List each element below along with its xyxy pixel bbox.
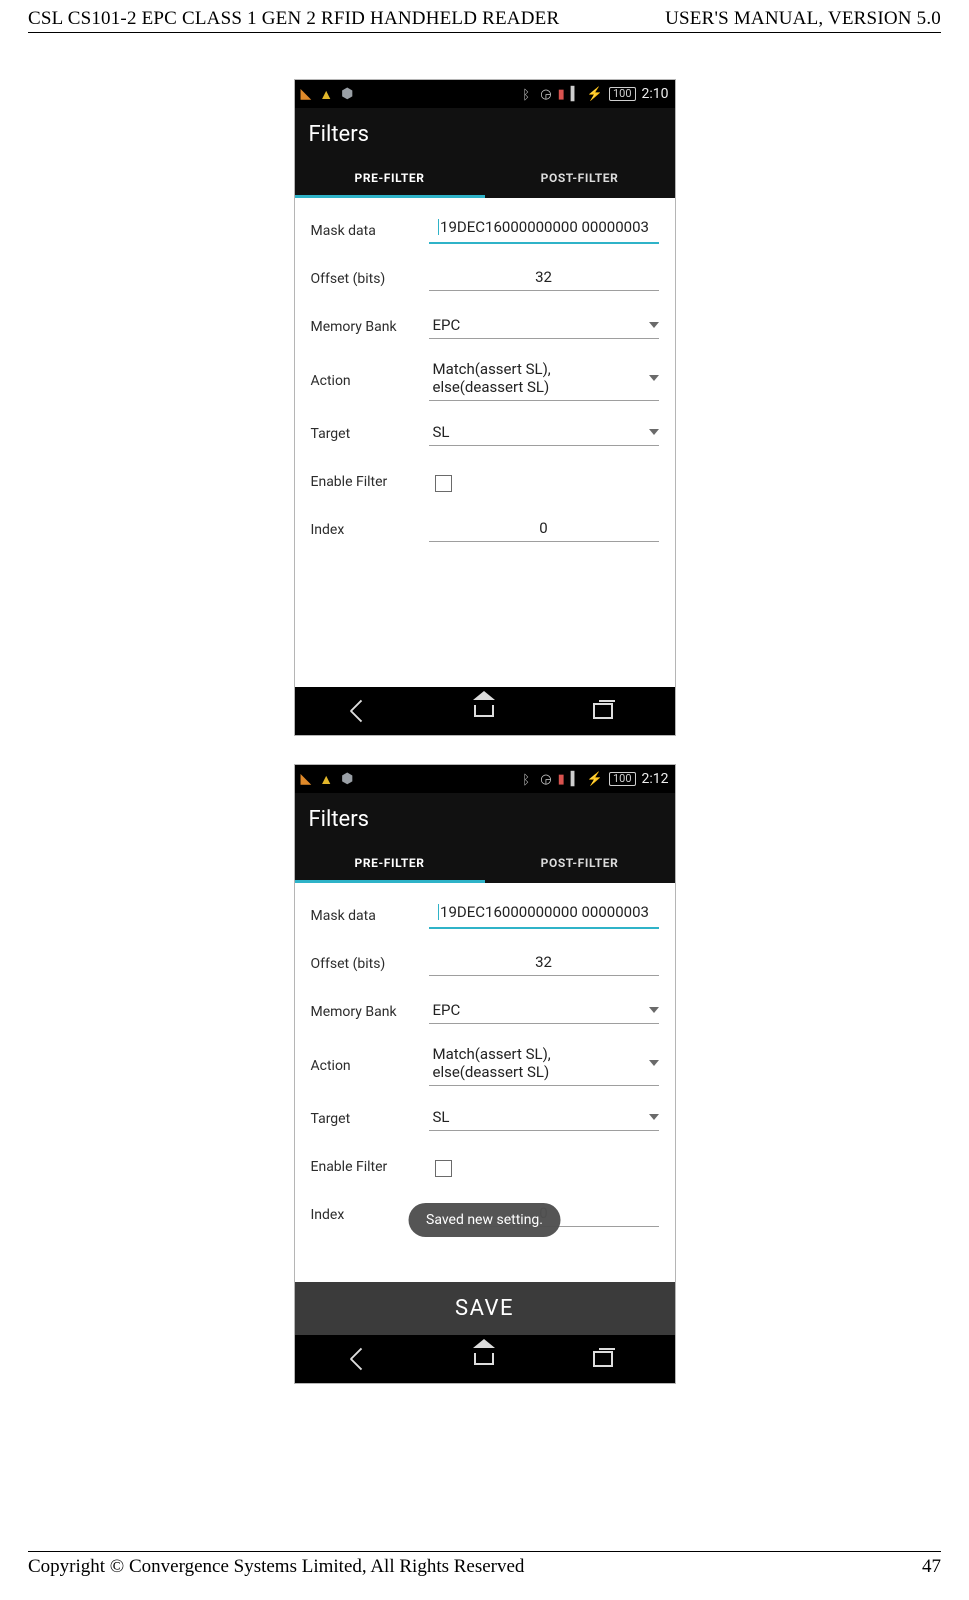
target-label: Target	[311, 426, 429, 442]
wifi-icon: ◶	[540, 87, 551, 102]
enable-filter-checkbox[interactable]	[435, 1160, 452, 1177]
app-title: Filters	[295, 793, 675, 844]
enable-filter-label: Enable Filter	[311, 474, 429, 490]
index-label: Index	[311, 522, 429, 538]
wifi-icon: ◶	[540, 772, 551, 787]
nav-home-button[interactable]	[464, 1345, 504, 1373]
target-label: Target	[311, 1111, 429, 1127]
memory-bank-label: Memory Bank	[311, 319, 429, 335]
warning-icon: ▲	[319, 86, 333, 103]
android-icon: ⬢	[341, 771, 353, 787]
enable-filter-checkbox[interactable]	[435, 475, 452, 492]
offset-input[interactable]: 32	[429, 268, 659, 291]
mask-data-input[interactable]: 19DEC16000000000 00000003	[429, 903, 659, 930]
tab-pre-filter[interactable]: PRE-FILTER	[295, 844, 485, 883]
status-bar: ◣ ▲ ⬢ ᛒ ◶ ▮ ▍ ⚡ 100 2:12	[295, 765, 675, 793]
notification-icon: ◣	[301, 86, 312, 102]
tab-pre-filter[interactable]: PRE-FILTER	[295, 159, 485, 198]
charge-icon: ⚡	[587, 772, 603, 787]
mask-data-input[interactable]: 19DEC16000000000 00000003	[429, 218, 659, 245]
mask-data-value: 19DEC16000000000 00000003	[440, 903, 649, 921]
mask-data-label: Mask data	[311, 223, 429, 239]
action-dropdown[interactable]: Match(assert SL), else(deassert SL)	[429, 1045, 659, 1086]
nav-recent-button[interactable]	[591, 697, 631, 725]
warning-icon: ▲	[319, 771, 333, 788]
android-screenshot-2: ◣ ▲ ⬢ ᛒ ◶ ▮ ▍ ⚡ 100 2:12 Filters PRE-FIL…	[294, 764, 676, 1384]
android-icon: ⬢	[341, 86, 353, 102]
nav-back-button[interactable]	[338, 1345, 378, 1373]
page-header: CSL CS101-2 EPC CLASS 1 GEN 2 RFID HANDH…	[0, 0, 969, 32]
footer-rule	[28, 1551, 941, 1552]
bluetooth-icon: ᛒ	[522, 773, 534, 785]
memory-bank-dropdown[interactable]: EPC	[429, 316, 659, 339]
text-cursor-icon	[438, 219, 439, 235]
tab-post-filter[interactable]: POST-FILTER	[485, 159, 675, 198]
signal-icon: ▍	[571, 772, 581, 787]
index-input[interactable]: 0	[429, 519, 659, 542]
sim-icon: ▮	[558, 772, 565, 787]
battery-indicator: 100	[609, 772, 636, 786]
target-value: SL	[433, 423, 643, 441]
mask-data-label: Mask data	[311, 908, 429, 924]
offset-label: Offset (bits)	[311, 271, 429, 287]
memory-bank-value: EPC	[433, 1001, 643, 1019]
header-right: USER'S MANUAL, VERSION 5.0	[665, 8, 941, 30]
android-navbar	[295, 1335, 675, 1383]
target-dropdown[interactable]: SL	[429, 423, 659, 446]
nav-recent-button[interactable]	[591, 1345, 631, 1373]
action-label: Action	[311, 373, 429, 389]
memory-bank-label: Memory Bank	[311, 1004, 429, 1020]
action-dropdown[interactable]: Match(assert SL), else(deassert SL)	[429, 360, 659, 401]
header-left: CSL CS101-2 EPC CLASS 1 GEN 2 RFID HANDH…	[28, 8, 559, 30]
chevron-down-icon	[649, 1007, 659, 1013]
mask-data-value: 19DEC16000000000 00000003	[440, 218, 649, 236]
chevron-down-icon	[649, 429, 659, 435]
action-label: Action	[311, 1058, 429, 1074]
tab-post-filter[interactable]: POST-FILTER	[485, 844, 675, 883]
target-dropdown[interactable]: SL	[429, 1108, 659, 1131]
chevron-down-icon	[649, 375, 659, 381]
battery-indicator: 100	[609, 87, 636, 101]
memory-bank-dropdown[interactable]: EPC	[429, 1001, 659, 1024]
tabs: PRE-FILTER POST-FILTER	[295, 844, 675, 883]
nav-home-button[interactable]	[464, 697, 504, 725]
charge-icon: ⚡	[587, 87, 603, 102]
memory-bank-value: EPC	[433, 316, 643, 334]
footer-copyright: Copyright © Convergence Systems Limited,…	[28, 1556, 524, 1578]
sim-icon: ▮	[558, 87, 565, 102]
nav-back-button[interactable]	[338, 697, 378, 725]
action-value: Match(assert SL), else(deassert SL)	[433, 360, 643, 396]
tabs: PRE-FILTER POST-FILTER	[295, 159, 675, 198]
notification-icon: ◣	[301, 771, 312, 787]
action-value: Match(assert SL), else(deassert SL)	[433, 1045, 643, 1081]
android-screenshot-1: ◣ ▲ ⬢ ᛒ ◶ ▮ ▍ ⚡ 100 2:10 Filters PRE-FIL…	[294, 79, 676, 736]
clock: 2:10	[642, 86, 669, 102]
pre-filter-form: Mask data 19DEC16000000000 00000003 Offs…	[295, 198, 675, 687]
chevron-down-icon	[649, 1114, 659, 1120]
clock: 2:12	[642, 771, 669, 787]
text-cursor-icon	[438, 904, 439, 920]
android-navbar	[295, 687, 675, 735]
chevron-down-icon	[649, 322, 659, 328]
offset-input[interactable]: 32	[429, 953, 659, 976]
page-footer: Copyright © Convergence Systems Limited,…	[0, 1551, 969, 1578]
chevron-down-icon	[649, 1060, 659, 1066]
header-rule	[28, 32, 941, 33]
screenshot-group: ◣ ▲ ⬢ ᛒ ◶ ▮ ▍ ⚡ 100 2:10 Filters PRE-FIL…	[0, 79, 969, 1384]
bluetooth-icon: ᛒ	[522, 88, 534, 100]
offset-label: Offset (bits)	[311, 956, 429, 972]
enable-filter-label: Enable Filter	[311, 1159, 429, 1175]
app-title: Filters	[295, 108, 675, 159]
save-button[interactable]: SAVE	[295, 1282, 675, 1335]
target-value: SL	[433, 1108, 643, 1126]
status-bar: ◣ ▲ ⬢ ᛒ ◶ ▮ ▍ ⚡ 100 2:10	[295, 80, 675, 108]
toast-saved-setting: Saved new setting.	[408, 1203, 561, 1237]
footer-page-number: 47	[922, 1556, 941, 1578]
signal-icon: ▍	[571, 87, 581, 102]
